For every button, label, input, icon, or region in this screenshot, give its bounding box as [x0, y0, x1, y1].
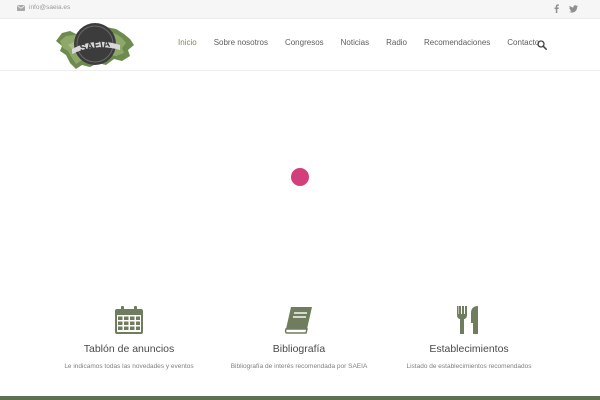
- social-links: [554, 4, 578, 13]
- nav-item-radio[interactable]: Radio: [386, 38, 407, 47]
- nav-item-inicio[interactable]: Inicio: [178, 38, 197, 47]
- andalusia-map-logo: SAEIA: [56, 23, 134, 69]
- twitter-icon[interactable]: [569, 4, 578, 13]
- contact-email-text: info@saeia.es: [29, 4, 71, 11]
- envelope-icon: [17, 4, 25, 11]
- top-bar: info@saeia.es: [0, 0, 600, 19]
- nav-item-recomendaciones[interactable]: Recomendaciones: [424, 38, 490, 47]
- site-header: SAEIA Inicio Sobre nosotros Congresos No…: [0, 19, 600, 71]
- nav-item-contacto[interactable]: Contacto: [507, 38, 539, 47]
- feature-establecimientos-desc: Listado de establecimientos recomendados: [406, 363, 532, 370]
- facebook-icon[interactable]: [554, 4, 559, 13]
- footer-bar: [0, 396, 600, 400]
- main-nav: Inicio Sobre nosotros Congresos Noticias…: [178, 38, 556, 47]
- nav-item-congresos[interactable]: Congresos: [285, 38, 324, 47]
- feature-establecimientos-title: Establecimientos: [429, 343, 509, 355]
- loading-spinner: [291, 168, 309, 186]
- site-logo[interactable]: SAEIA: [54, 21, 136, 71]
- nav-item-noticias[interactable]: Noticias: [341, 38, 369, 47]
- book-icon: [284, 307, 312, 334]
- feature-establecimientos[interactable]: Establecimientos Listado de establecimie…: [369, 300, 569, 370]
- nav-item-sobre-nosotros[interactable]: Sobre nosotros: [214, 38, 268, 47]
- contact-email[interactable]: info@saeia.es: [17, 4, 70, 11]
- search-icon[interactable]: [537, 40, 547, 50]
- cutlery-icon: [457, 306, 478, 334]
- calendar-icon: [115, 306, 143, 334]
- features-section: Tablón de anuncios Le indicamos todas la…: [0, 300, 600, 390]
